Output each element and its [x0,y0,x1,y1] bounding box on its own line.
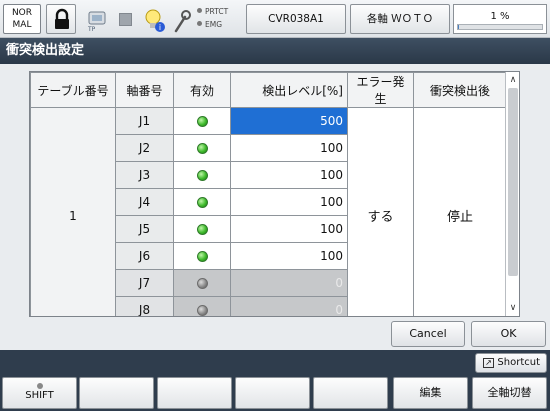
edit-button[interactable]: 編集 [393,377,468,409]
bulb-info-icon: i [145,9,165,32]
stop-square-icon [119,13,132,26]
emg-led-icon [197,21,202,26]
header-row: テーブル番号 軸番号 有効 検出レベル[%] エラー発生 衝突検出後 [30,72,507,108]
lock-button[interactable] [46,4,76,34]
detection-level-cell[interactable]: 100 [230,188,348,216]
enabled-cell[interactable] [173,269,231,297]
header-detection-level: 検出レベル[%] [230,72,348,108]
enabled-cell[interactable] [173,161,231,189]
scroll-down-icon[interactable]: ∨ [506,301,519,315]
mode-indicator[interactable]: NOR MAL [3,4,41,34]
tp-label: TP [88,26,96,33]
table-scrollbar[interactable]: ∧ ∨ [505,72,519,316]
detection-level-cell[interactable]: 0 [230,296,348,316]
enabled-led-icon [196,170,208,181]
all-axes-switch-button[interactable]: 全軸切替 [472,377,547,409]
coordinate-button[interactable]: 各軸 ＷＯＴＯ [350,4,450,34]
function-key-3[interactable] [157,377,232,409]
header-enabled: 有効 [173,72,231,108]
detection-level-cell[interactable]: 100 [230,215,348,243]
header-after-detection: 衝突検出後 [413,72,507,108]
detection-level-cell[interactable]: 0 [230,269,348,297]
axis-cell: J5 [115,215,174,243]
shift-button[interactable]: SHIFT [2,377,77,409]
enabled-cell[interactable] [173,215,231,243]
axis-cell: J3 [115,161,174,189]
enabled-cell[interactable] [173,107,231,135]
detection-level-cell[interactable]: 100 [230,161,348,189]
collision-table: テーブル番号 軸番号 有効 検出レベル[%] エラー発生 衝突検出後 1 J1 50… [29,71,520,317]
shortcut-button[interactable]: ↗ Shortcut [475,353,547,373]
ok-button[interactable]: OK [471,321,546,347]
mode-line-1: NOR [11,8,33,18]
detection-level-cell[interactable]: 100 [230,242,348,270]
axis-cell: J2 [115,134,174,162]
job-name-button[interactable]: CVR038A1 [246,4,346,34]
cancel-button[interactable]: Cancel [391,321,465,347]
page-title: 衝突検出設定 [0,38,550,64]
axis-cell: J1 [115,107,174,135]
enabled-led-icon [196,251,208,262]
header-table-number: テーブル番号 [30,72,116,108]
detection-level-cell[interactable]: 500 [230,107,348,135]
scroll-up-icon[interactable]: ∧ [506,73,519,87]
enabled-cell[interactable] [173,242,231,270]
shortcut-label: Shortcut [497,357,540,368]
status-bar: NOR MAL TP i PRTCT EMG CVR038A1 各軸 ＷＯＴＯ … [0,0,550,38]
axis-cell: J8 [115,296,174,316]
table-row[interactable]: 1 J1 500 する 停止 [30,107,507,316]
axis-cell: J6 [115,242,174,270]
enabled-led-icon [196,143,208,154]
prtct-indicator: PRTCT [197,7,228,17]
detection-level-cell[interactable]: 100 [230,134,348,162]
shortcut-icon: ↗ [483,358,494,368]
progress-track [457,24,543,30]
function-key-2[interactable] [79,377,154,409]
emg-label: EMG [205,20,223,29]
enabled-led-icon [196,305,208,316]
error-occurrence-cell[interactable]: する [347,107,414,316]
axis-cell: J7 [115,269,174,297]
progress-fill [458,25,459,29]
mode-line-2: MAL [12,20,32,30]
enabled-led-icon [196,197,208,208]
after-detection-cell[interactable]: 停止 [413,107,507,316]
settings-table: テーブル番号 軸番号 有効 検出レベル[%] エラー発生 衝突検出後 1 J1 50… [30,72,507,316]
function-key-4[interactable] [235,377,310,409]
prtct-label: PRTCT [205,7,229,16]
shift-led-icon [37,383,43,389]
enabled-led-icon [196,278,208,289]
axis-cell: J4 [115,188,174,216]
wrench-icon [174,10,191,33]
enabled-cell[interactable] [173,134,231,162]
function-key-5[interactable] [313,377,388,409]
shift-label: SHIFT [25,390,54,401]
emg-indicator: EMG [197,20,222,30]
table-number-cell[interactable]: 1 [30,107,116,316]
lock-icon [55,8,69,29]
enabled-led-icon [196,116,208,127]
enabled-cell[interactable] [173,296,231,316]
enabled-cell[interactable] [173,188,231,216]
speed-progress[interactable]: 1 % [453,4,547,34]
scroll-thumb[interactable] [508,88,518,276]
svg-text:i: i [159,23,161,32]
enabled-led-icon [196,224,208,235]
prtct-led-icon [197,8,202,13]
header-error-occurrence: エラー発生 [347,72,414,108]
progress-text: 1 % [490,11,510,22]
header-axis-number: 軸番号 [115,72,174,108]
